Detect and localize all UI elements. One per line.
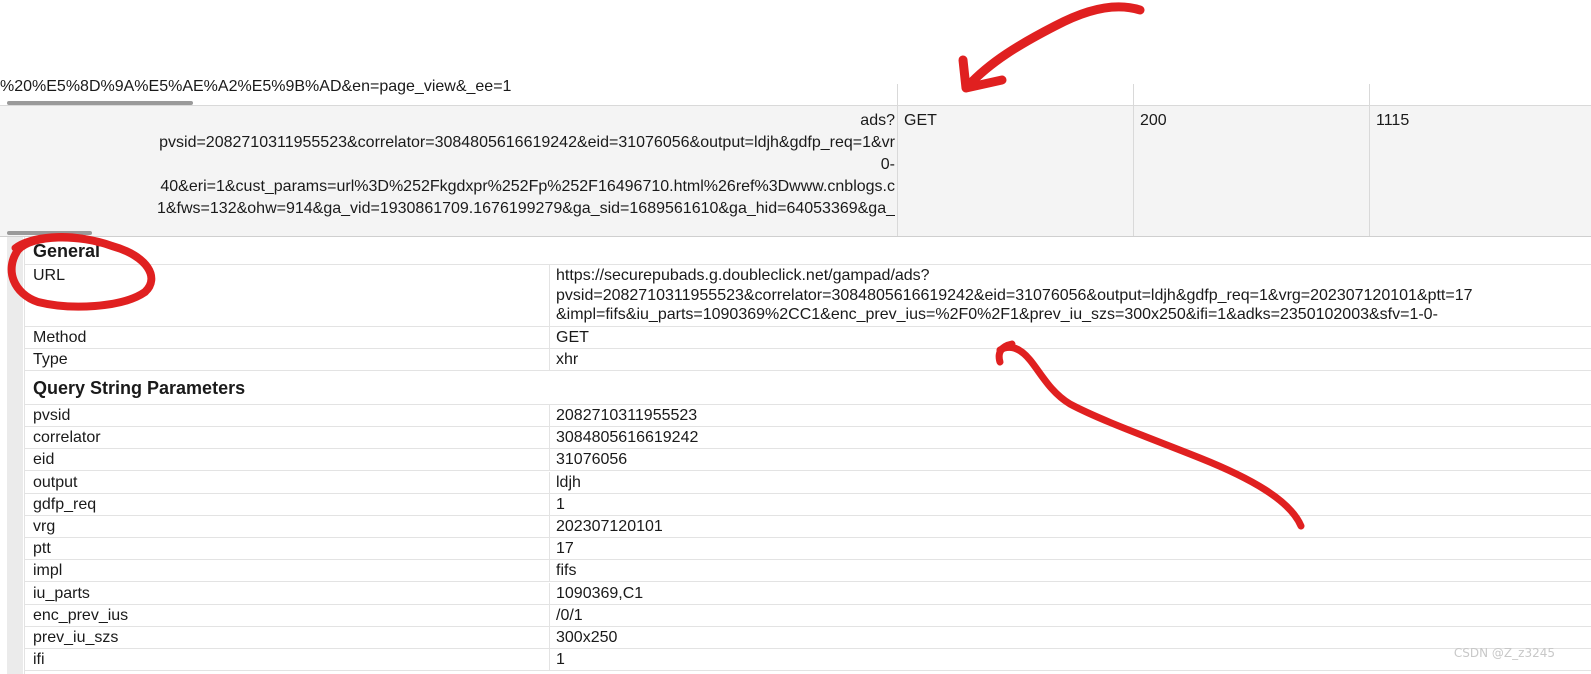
- column-divider: [549, 649, 550, 671]
- column-divider[interactable]: [897, 84, 898, 236]
- query-param-value: 1: [556, 495, 565, 513]
- query-param-key: iu_parts: [33, 584, 90, 602]
- query-param-value: 1090369,C1: [556, 584, 644, 602]
- query-param-value: 31076056: [556, 451, 628, 469]
- query-param-key: enc_prev_ius: [33, 606, 129, 624]
- general-method-row: Method GET: [25, 327, 1591, 349]
- query-param-row: eid 31076056: [25, 449, 1591, 472]
- query-param-row: enc_prev_ius/0/1: [25, 604, 1591, 627]
- query-param-key: prev_iu_szs: [33, 629, 119, 646]
- query-param-value: /0/1: [556, 606, 583, 624]
- request-row-selected[interactable]: ads? pvsid=2082710311955523&correlator=3…: [0, 106, 1591, 237]
- request-url-line: 0-: [880, 156, 895, 173]
- column-divider: [549, 405, 550, 426]
- query-param-value: 300x250: [556, 629, 618, 646]
- section-title-query-params: Query String Parameters: [25, 373, 1591, 405]
- column-divider[interactable]: [1369, 84, 1370, 236]
- horizontal-scrollbar-thumb[interactable]: [7, 231, 92, 235]
- query-param-row: gdfp_req 1: [25, 493, 1591, 516]
- column-divider: [549, 327, 550, 348]
- url-value[interactable]: https://securepubads.g.doubleclick.net/g…: [556, 266, 1473, 325]
- column-divider: [549, 538, 550, 560]
- column-divider: [549, 582, 550, 604]
- query-param-key: eid: [33, 451, 55, 469]
- method-label: Method: [33, 329, 87, 346]
- url-value-line: https://securepubads.g.doubleclick.net/g…: [556, 267, 930, 284]
- query-param-value: 202307120101: [556, 518, 663, 535]
- request-url-line: ads?: [860, 112, 895, 129]
- query-param-row: impl fifs: [25, 560, 1591, 583]
- request-status-cell: 200: [1140, 112, 1167, 129]
- request-url-truncated: %20%E5%8D%9A%E5%AE%A2%E5%9B%AD&en=page_v…: [0, 76, 895, 98]
- column-divider: [549, 493, 550, 515]
- query-param-row: ptt 17: [25, 538, 1591, 561]
- query-param-value: 17: [556, 540, 574, 558]
- method-value: GET: [556, 329, 589, 346]
- column-divider[interactable]: [1133, 84, 1134, 236]
- general-url-row: URL https://securepubads.g.doubleclick.n…: [25, 265, 1591, 327]
- horizontal-scrollbar-thumb[interactable]: [7, 101, 193, 105]
- request-size-cell: 1115: [1376, 112, 1410, 129]
- url-value-line: pvsid=2082710311955523&correlator=308480…: [556, 286, 1473, 304]
- column-divider: [549, 449, 550, 471]
- query-param-row: output ldjh: [25, 471, 1591, 494]
- query-param-key: correlator: [33, 429, 101, 447]
- column-divider: [549, 427, 550, 449]
- url-label: URL: [33, 267, 66, 284]
- general-type-row: Type xhr: [25, 349, 1591, 371]
- query-param-key: ptt: [33, 540, 51, 558]
- request-details-panel: General URL https://securepubads.g.doubl…: [24, 237, 1591, 674]
- query-param-key: output: [33, 473, 78, 491]
- column-divider: [549, 265, 550, 326]
- query-param-key: pvsid: [33, 407, 71, 424]
- query-param-row: correlator 3084805616619242: [25, 427, 1591, 450]
- request-url-cell: ads? pvsid=2082710311955523&correlator=3…: [0, 110, 895, 232]
- column-divider: [549, 471, 550, 493]
- query-param-value: 3084805616619242: [556, 429, 699, 447]
- column-divider: [549, 516, 550, 537]
- details-gutter: [7, 237, 23, 674]
- query-param-row: vrg 202307120101: [25, 516, 1591, 538]
- column-divider: [549, 627, 550, 648]
- query-param-value: 2082710311955523: [556, 407, 698, 424]
- request-url-line: pvsid=2082710311955523&correlator=308480…: [159, 134, 895, 151]
- request-url-line: 1&fws=132&ohw=914&ga_vid=1930861709.1676…: [156, 200, 895, 217]
- query-param-value: ldjh: [556, 473, 581, 491]
- query-param-row: pvsid 2082710311955523: [25, 405, 1591, 427]
- annotation-arrow-top: [963, 2, 1145, 91]
- query-param-key: gdfp_req: [33, 495, 97, 513]
- query-param-row: prev_iu_szs 300x250: [25, 627, 1591, 649]
- request-row-previous[interactable]: %20%E5%8D%9A%E5%AE%A2%E5%9B%AD&en=page_v…: [0, 78, 1591, 106]
- query-param-value: fifs: [556, 562, 577, 580]
- watermark: CSDN @Z_z3245: [1453, 646, 1555, 660]
- query-param-row: ifi 1: [25, 649, 1591, 672]
- query-param-value: 1: [556, 651, 565, 669]
- query-param-row: iu_parts 1090369,C1: [25, 582, 1591, 605]
- column-divider: [549, 349, 550, 370]
- column-divider: [549, 604, 550, 626]
- query-param-key: impl: [33, 562, 63, 580]
- type-label: Type: [33, 351, 68, 368]
- request-list: %20%E5%8D%9A%E5%AE%A2%E5%9B%AD&en=page_v…: [0, 78, 1591, 237]
- query-param-key: ifi: [33, 651, 45, 669]
- request-method-cell: GET: [904, 112, 937, 129]
- column-divider: [549, 560, 550, 582]
- url-value-line: &impl=fifs&iu_parts=1090369%2CC1&enc_pre…: [556, 306, 1438, 323]
- section-title-general: General: [25, 237, 1591, 265]
- type-value: xhr: [556, 351, 579, 368]
- request-url-line: 40&eri=1&cust_params=url%3D%252Fkgdxpr%2…: [160, 178, 895, 195]
- query-param-key: vrg: [33, 518, 56, 535]
- request-url-text: %20%E5%8D%9A%E5%AE%A2%E5%9B%AD&en=page_v…: [0, 78, 512, 95]
